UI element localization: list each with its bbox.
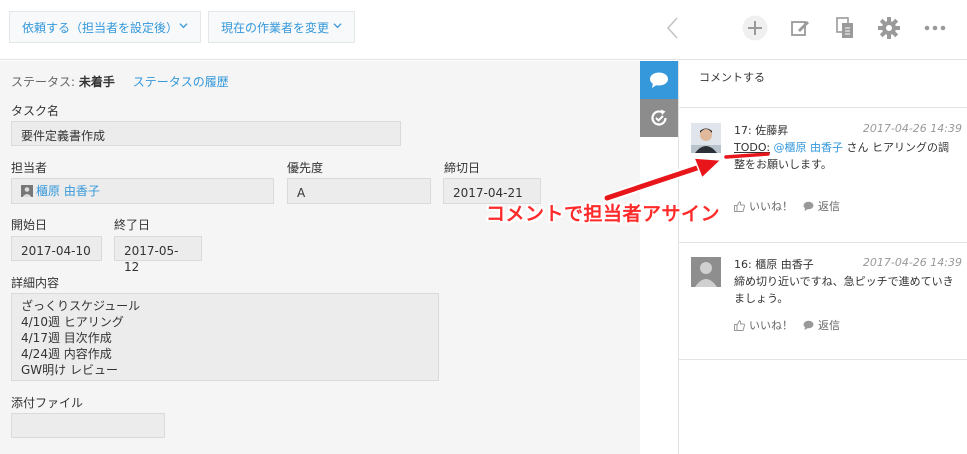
refresh-check-icon	[651, 109, 667, 126]
comment-date: 2017-04-26 14:39	[862, 122, 962, 135]
like-button[interactable]: いいね！	[749, 317, 793, 333]
start-date-label: 開始日	[11, 218, 48, 232]
task-detail-panel: ステータス: 未着手 ステータスの履歴 タスク名 要件定義書作成 担当者 櫃原 …	[0, 61, 640, 454]
chevron-down-icon	[333, 23, 342, 29]
comment-author: 17: 佐藤昇	[734, 124, 789, 137]
reply-bubble-icon	[803, 201, 814, 211]
comment-input[interactable]: コメントする	[679, 61, 967, 108]
detail-line: ざっくりスケジュール	[21, 299, 141, 313]
due-date-label: 締切日	[444, 161, 481, 175]
history-tab[interactable]	[640, 99, 678, 137]
end-date-field[interactable]: 2017-05-12	[114, 236, 202, 274]
todo-tag: TODO:	[734, 141, 771, 154]
comment-tab[interactable]	[640, 61, 678, 99]
task-name-label: タスク名	[11, 104, 60, 118]
comment-author: 16: 櫃原 由香子	[734, 258, 814, 271]
edit-icon[interactable]	[786, 14, 814, 42]
detail-line: GW明け レビュー	[21, 363, 118, 377]
mention-link[interactable]: @櫃原 由香子	[774, 141, 844, 154]
start-date-field[interactable]: 2017-04-10	[11, 236, 102, 261]
priority-field[interactable]: A	[287, 178, 431, 204]
avatar	[691, 257, 721, 287]
comment-body: 締め切り近いですね、急ピッチで進めていきましょう。	[734, 275, 954, 305]
status-row: ステータス: 未着手 ステータスの履歴	[11, 73, 229, 90]
assignee-label: 担当者	[11, 161, 48, 175]
attachment-label: 添付ファイル	[11, 396, 84, 410]
attachment-field[interactable]	[11, 413, 165, 438]
detail-label: 詳細内容	[11, 276, 60, 290]
comment-body: TODO: @櫃原 由香子 さん ヒアリングの調整をお願いします。	[734, 139, 959, 173]
detail-line: 4/10週 ヒアリング	[21, 315, 124, 329]
thumbs-up-icon	[734, 200, 745, 212]
status-label: ステータス:	[11, 75, 76, 89]
gear-icon[interactable]	[875, 14, 903, 42]
status-history-link[interactable]: ステータスの履歴	[133, 75, 229, 89]
user-icon	[21, 185, 33, 197]
comments-panel: コメントする 17: 佐藤昇 2017-04-26 14:39 TODO: @櫃…	[678, 61, 967, 454]
like-button[interactable]: いいね！	[749, 198, 793, 214]
request-button[interactable]: 依頼する（担当者を設定後）	[9, 11, 201, 43]
more-icon[interactable]	[921, 14, 949, 42]
comment-item: 16: 櫃原 由香子 2017-04-26 14:39 締め切り近いですね、急ピ…	[679, 243, 967, 360]
priority-label: 優先度	[287, 161, 324, 175]
comment-date: 2017-04-26 14:39	[862, 256, 962, 269]
detail-line: 4/17週 目次作成	[21, 331, 112, 345]
assignee-field[interactable]: 櫃原 由香子	[11, 178, 274, 204]
comment-actions: いいね！ 返信	[734, 317, 840, 333]
thumbs-up-icon	[734, 319, 745, 331]
detail-field[interactable]: ざっくりスケジュール 4/10週 ヒアリング 4/17週 目次作成 4/24週 …	[11, 293, 439, 381]
reply-button[interactable]: 返信	[818, 198, 840, 214]
plus-icon[interactable]	[741, 14, 769, 42]
chevron-left-icon[interactable]	[659, 14, 687, 42]
copy-icon[interactable]	[831, 14, 859, 42]
comment-item: 17: 佐藤昇 2017-04-26 14:39 TODO: @櫃原 由香子 さ…	[679, 108, 967, 243]
reply-bubble-icon	[803, 320, 814, 330]
avatar	[691, 123, 721, 153]
detail-line: 4/24週 内容作成	[21, 347, 112, 361]
task-name-field[interactable]: 要件定義書作成	[11, 121, 401, 146]
annotation-label: コメントで担当者アサイン	[486, 203, 721, 225]
assignee-value[interactable]: 櫃原 由香子	[36, 183, 100, 199]
end-date-label: 終了日	[114, 218, 151, 232]
chevron-down-icon	[179, 23, 188, 29]
change-worker-button[interactable]: 現在の作業者を変更	[208, 11, 355, 43]
comment-actions: いいね！ 返信	[734, 198, 840, 214]
comment-input-placeholder: コメントする	[699, 71, 765, 84]
status-value: 未着手	[78, 75, 115, 89]
reply-button[interactable]: 返信	[818, 317, 840, 333]
request-button-label: 依頼する（担当者を設定後）	[22, 20, 179, 35]
speech-bubble-icon	[650, 72, 668, 88]
toolbar: 依頼する（担当者を設定後） 現在の作業者を変更	[0, 0, 967, 60]
change-worker-button-label: 現在の作業者を変更	[221, 20, 330, 35]
